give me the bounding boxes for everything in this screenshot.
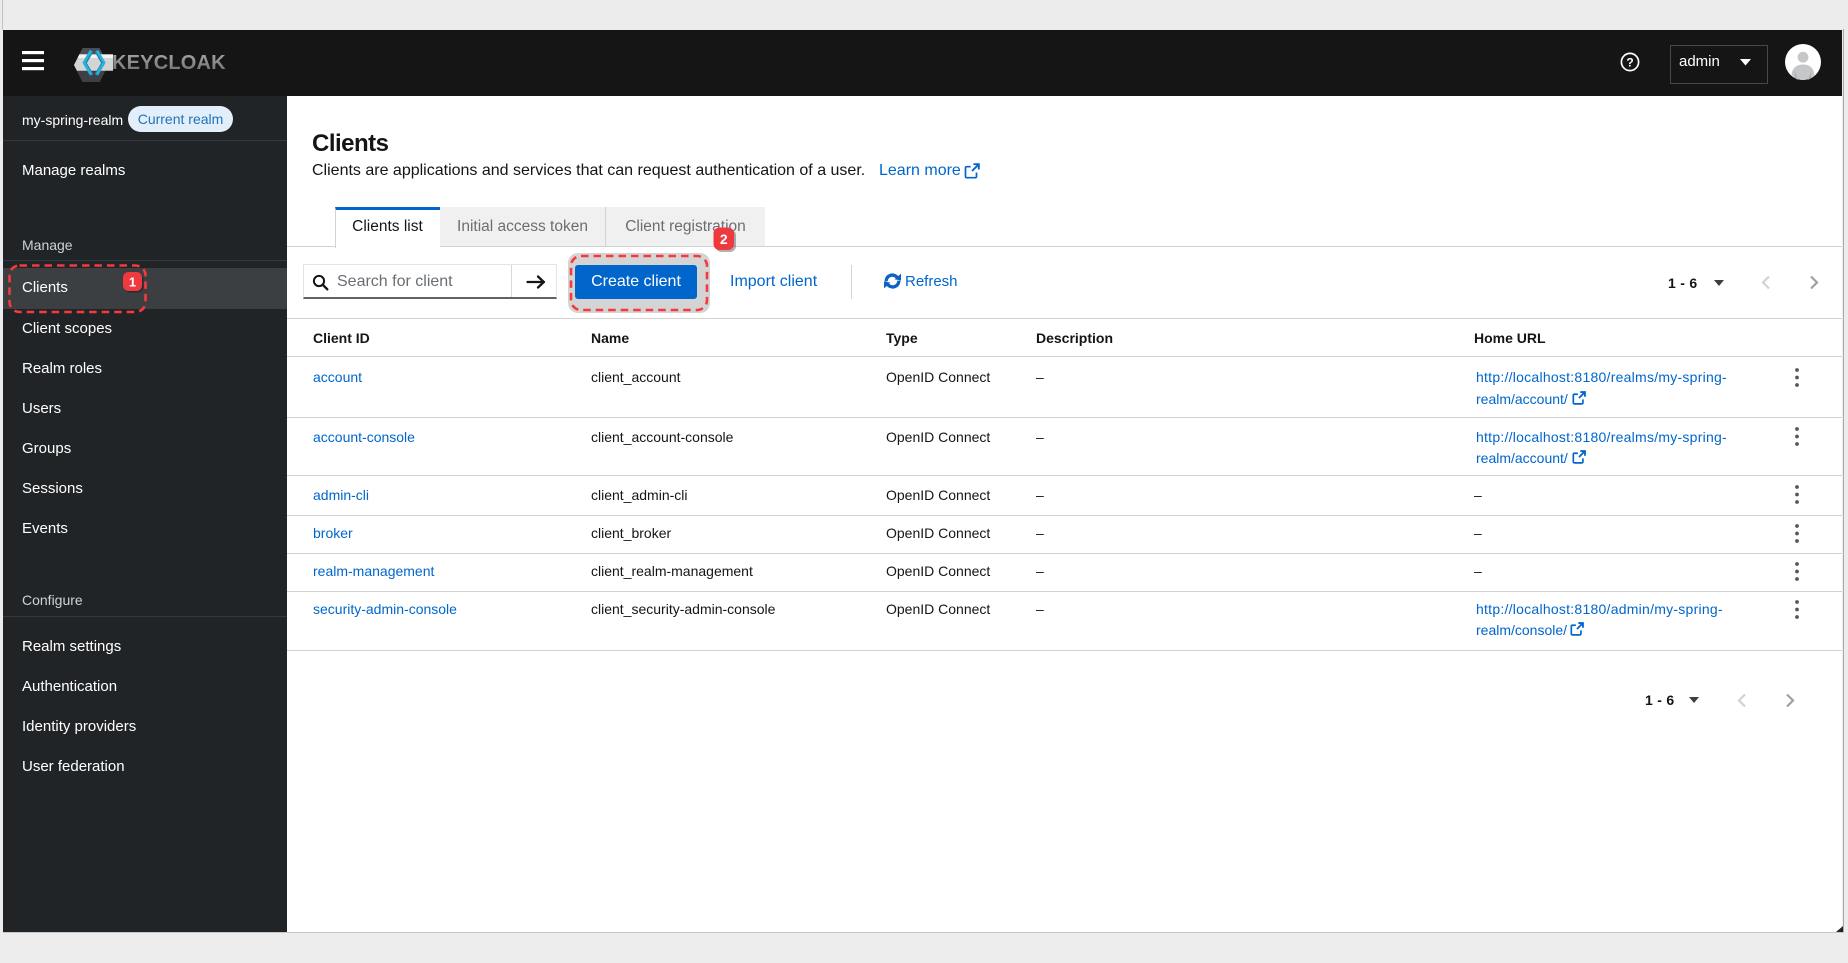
svg-text:?: ?: [1626, 55, 1633, 69]
